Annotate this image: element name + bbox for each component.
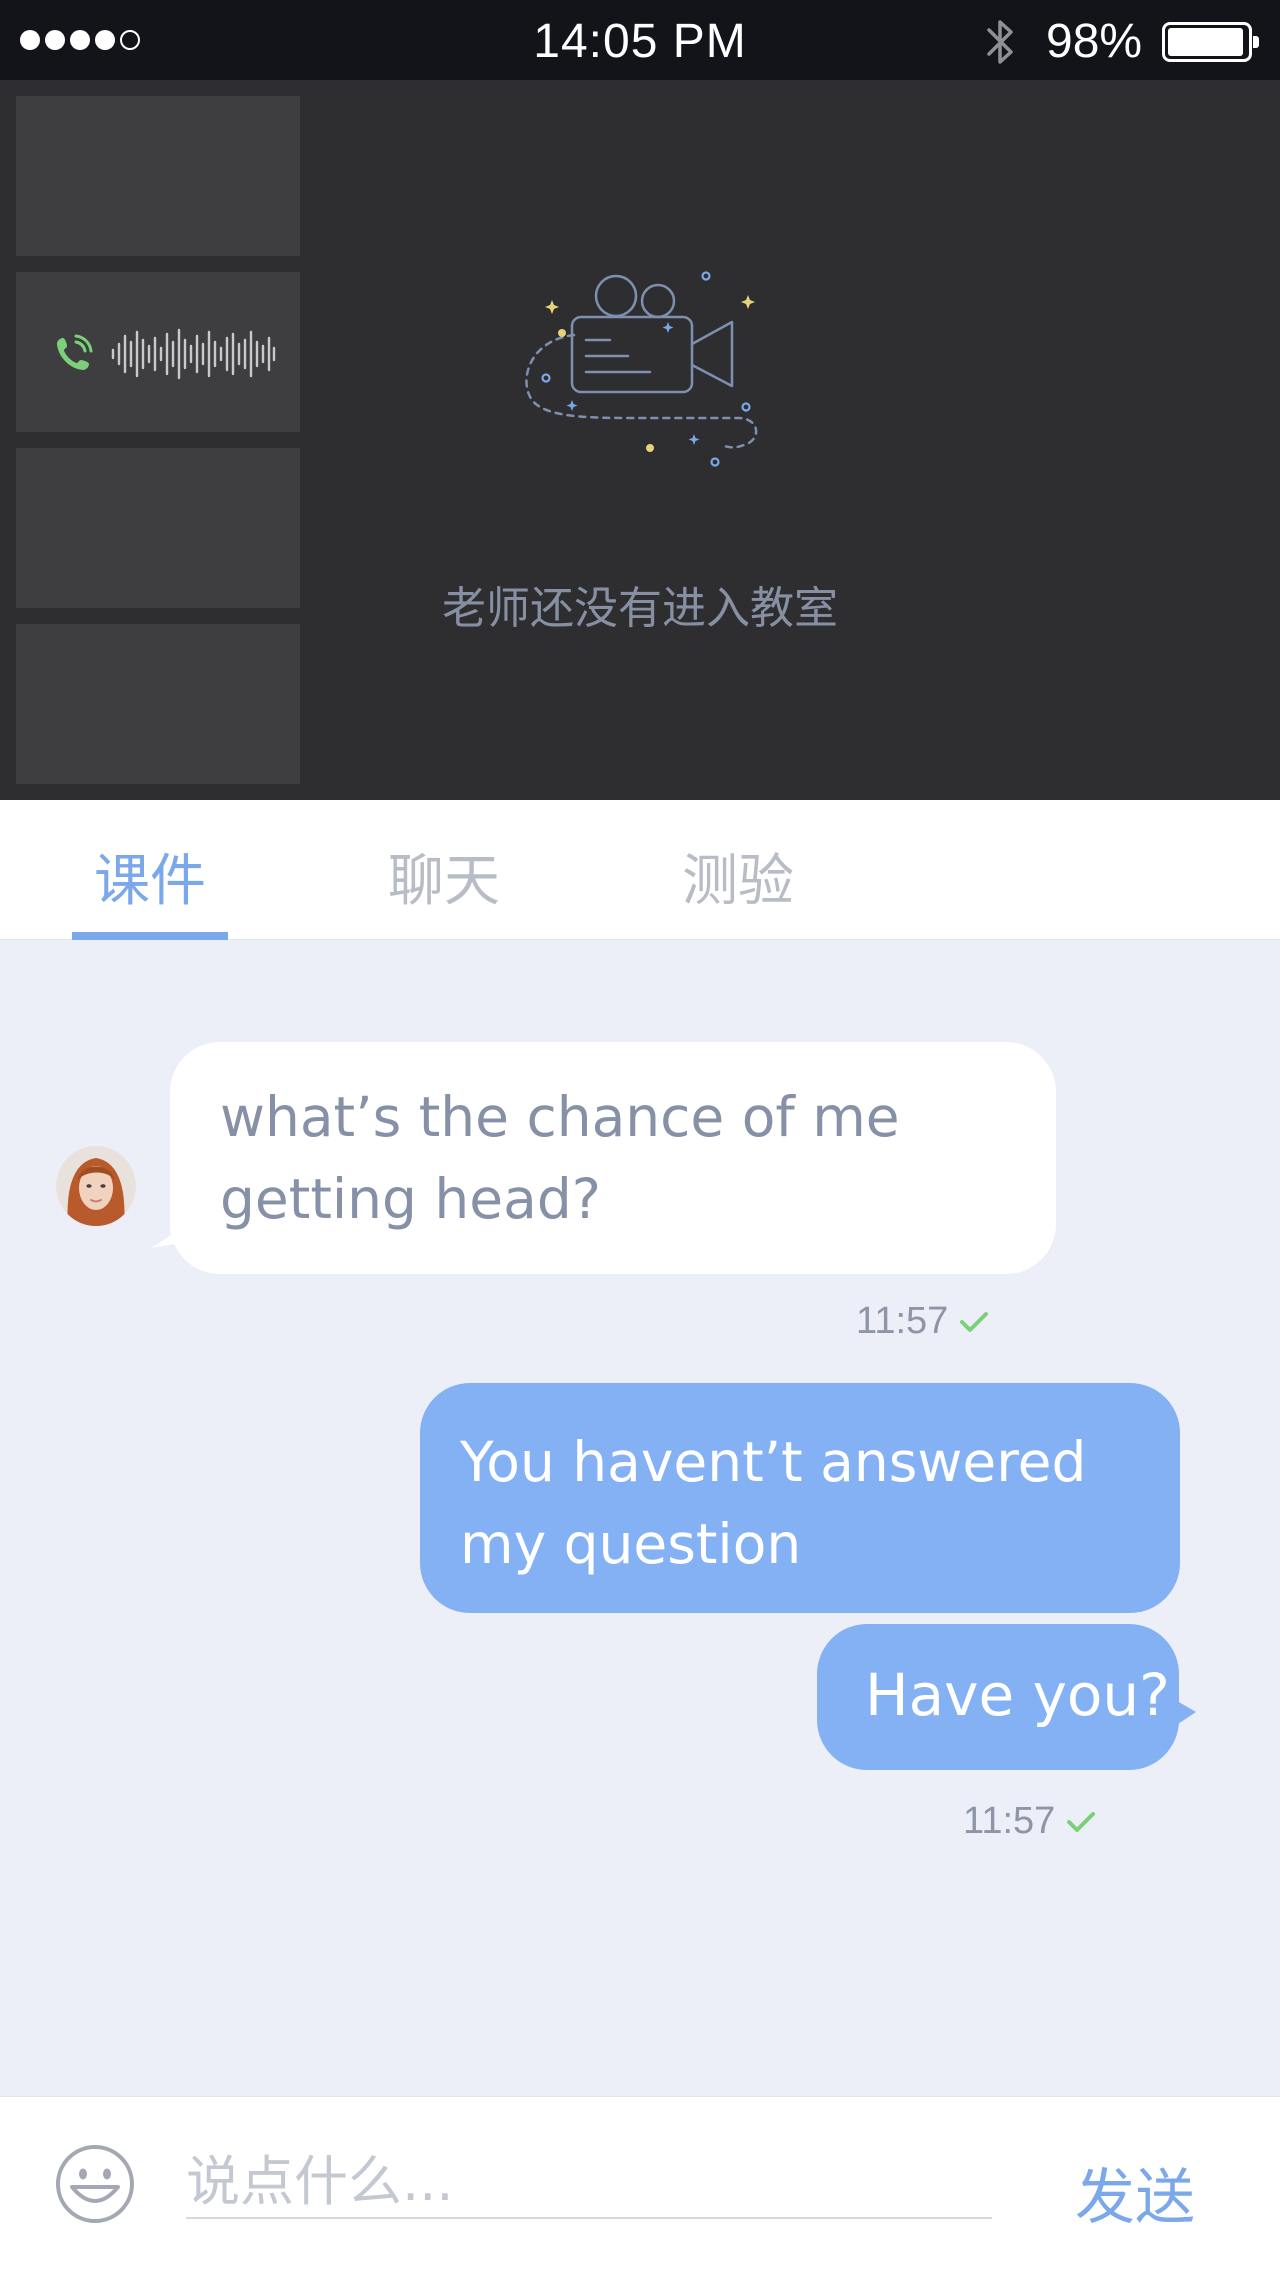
battery-icon: [1162, 22, 1259, 62]
outgoing-bubble-tail: [1172, 1698, 1196, 1728]
participant-thumbnail[interactable]: [16, 96, 300, 256]
chat-message-list[interactable]: what’s the chance of me getting head? 11…: [0, 940, 1280, 2096]
message-timestamp: 11:57: [963, 1800, 1097, 1843]
tab-courseware[interactable]: 课件: [70, 836, 230, 917]
teacher-absent-message: 老师还没有进入教室: [442, 584, 838, 633]
participant-thumbnail[interactable]: [16, 624, 300, 784]
tab-bar: 课件 聊天 测验: [0, 800, 1280, 940]
delivered-check-icon: [960, 1311, 989, 1332]
incoming-message-bubble[interactable]: what’s the chance of me getting head?: [170, 1042, 1056, 1274]
outgoing-message-bubble[interactable]: Have you?: [817, 1624, 1179, 1770]
message-input[interactable]: [186, 2145, 992, 2219]
delivered-check-icon: [1067, 1811, 1096, 1832]
tab-quiz[interactable]: 测验: [658, 836, 818, 917]
phone-call-icon: [57, 334, 93, 370]
participant-thumbnail-active-audio[interactable]: [16, 272, 300, 432]
smiley-icon[interactable]: [54, 2143, 136, 2225]
outgoing-message-bubble[interactable]: You havent’t answered my question: [420, 1383, 1180, 1613]
bluetooth-icon: [987, 20, 1013, 64]
video-camera-icon: [525, 271, 758, 467]
video-panel: 老师还没有进入教室: [0, 80, 1280, 800]
tab-chat[interactable]: 聊天: [364, 836, 524, 917]
send-button[interactable]: 发送: [1060, 2149, 1210, 2233]
message-input-bar: 发送: [0, 2096, 1280, 2272]
avatar[interactable]: [56, 1146, 136, 1226]
battery-percentage: 98%: [1046, 15, 1143, 68]
message-time: 11:57: [856, 1300, 949, 1342]
active-tab-indicator: [72, 932, 228, 940]
message-timestamp: 11:57: [856, 1300, 990, 1343]
message-time: 11:57: [963, 1800, 1056, 1842]
status-bar: 14:05 PM 98%: [0, 0, 1280, 80]
audio-waveform-icon: [111, 328, 276, 380]
